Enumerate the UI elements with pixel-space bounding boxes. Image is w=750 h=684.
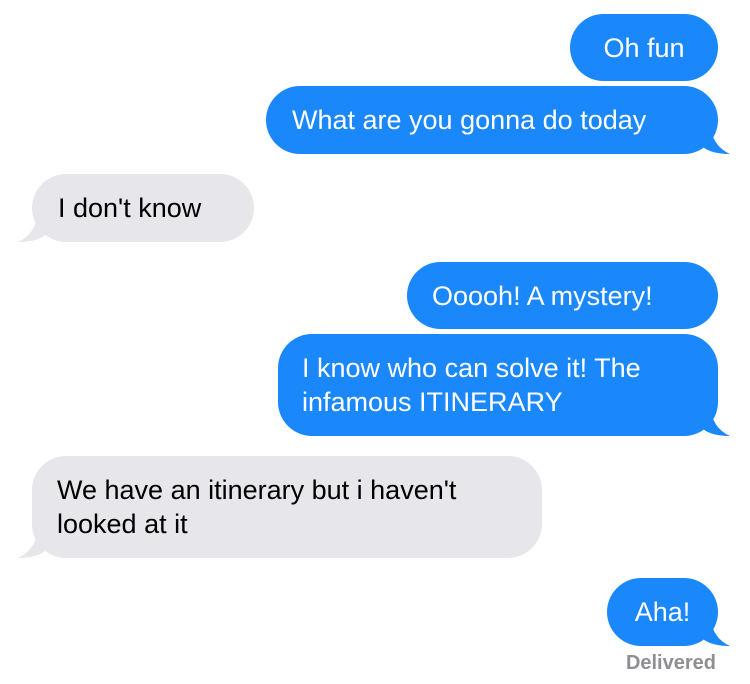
delivery-status-label: Delivered xyxy=(625,652,716,674)
message-text: Aha! xyxy=(634,597,691,627)
outgoing-message-bubble[interactable]: I know who can solve it! The infamous IT… xyxy=(278,334,718,436)
incoming-message-bubble[interactable]: We have an itinerary but i haven't looke… xyxy=(32,456,542,558)
outgoing-bubble-tail xyxy=(700,406,730,436)
message-text: Oh fun xyxy=(603,32,685,63)
message-text: We have an itinerary but i haven't looke… xyxy=(57,475,457,539)
message-text: What are you gonna do today xyxy=(292,105,647,135)
outgoing-message-bubble[interactable]: Ooooh! A mystery! xyxy=(407,262,718,329)
incoming-bubble-tail xyxy=(18,212,48,242)
outgoing-message-bubble[interactable]: Oh fun xyxy=(570,14,718,81)
incoming-bubble-tail xyxy=(18,528,48,558)
message-text: I don't know xyxy=(58,193,202,223)
outgoing-bubble-tail xyxy=(700,124,730,154)
incoming-message-bubble[interactable]: I don't know xyxy=(32,174,254,242)
message-text: I know who can solve it! The infamous IT… xyxy=(302,353,641,417)
outgoing-bubble-tail xyxy=(700,616,730,646)
outgoing-message-bubble[interactable]: What are you gonna do today xyxy=(266,86,718,154)
message-text: Ooooh! A mystery! xyxy=(432,280,653,311)
message-thread: Oh fun What are you gonna do today I don… xyxy=(0,0,750,684)
